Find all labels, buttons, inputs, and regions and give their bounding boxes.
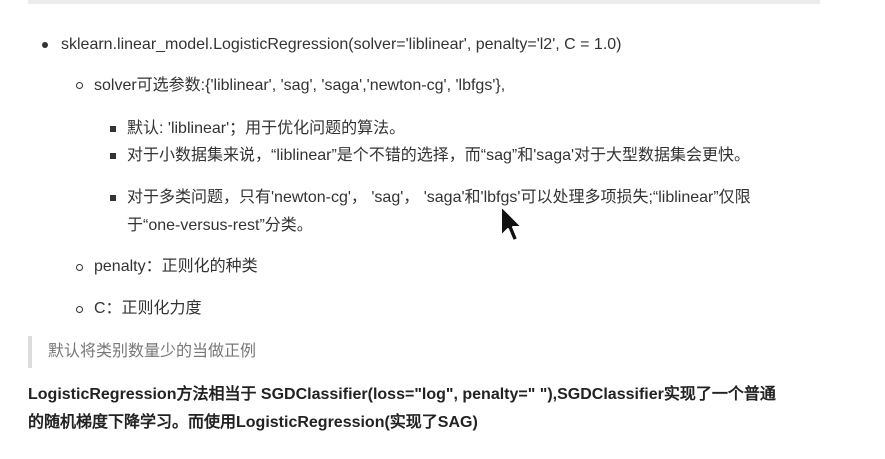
list-item-solver-default: 默认: 'liblinear'；用于优化问题的算法。: [127, 120, 406, 137]
list-item-solver-small-data: 对于小数据集来说，“liblinear”是个不错的选择，而“sag”和'saga…: [127, 147, 751, 164]
circle-bullet-icon: [76, 82, 83, 89]
mouse-pointer-icon: [500, 205, 523, 242]
blockquote-text: 默认将类别数量少的当做正例: [48, 343, 257, 360]
document-page: sklearn.linear_model.LogisticRegression(…: [0, 0, 885, 459]
list-item-c: C：正则化力度: [94, 300, 202, 317]
circle-bullet-icon: [76, 264, 83, 271]
circle-bullet-icon: [76, 306, 83, 313]
list-item-solver-multiclass: 对于多类问题，只有'newton-cg'， 'sag'， 'saga'和'lbf…: [127, 189, 751, 206]
disc-bullet-icon: [42, 42, 48, 48]
paragraph-line-2: 的随机梯度下降学习。而使用LogisticRegression(实现了SAG): [28, 414, 478, 431]
list-item-solver-multiclass-cont: 于“one-versus-rest”分类。: [127, 217, 313, 234]
square-bullet-icon: [110, 195, 116, 201]
square-bullet-icon: [110, 153, 116, 159]
square-bullet-icon: [110, 126, 116, 132]
list-item-penalty: penalty：正则化的种类: [94, 258, 258, 275]
list-item-logistic-regression: sklearn.linear_model.LogisticRegression(…: [61, 36, 622, 53]
paragraph-line-1: LogisticRegression方法相当于 SGDClassifier(lo…: [28, 386, 776, 403]
list-item-solver: solver可选参数:{'liblinear', 'sag', 'saga','…: [94, 77, 506, 94]
code-block-edge: [28, 0, 820, 4]
blockquote-bar: [28, 336, 32, 368]
